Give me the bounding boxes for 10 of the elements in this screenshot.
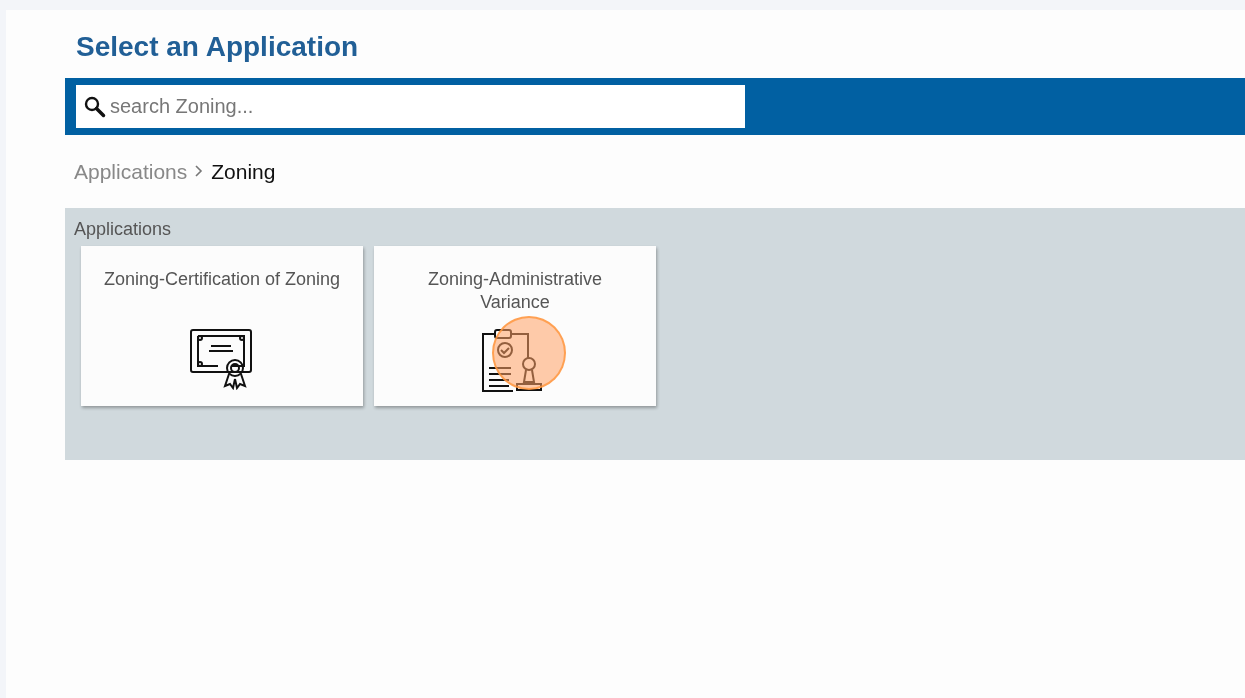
application-card[interactable]: Zoning-Administrative Variance [374, 246, 656, 406]
section-heading: Applications [74, 219, 173, 240]
chevron-icon [195, 165, 204, 177]
breadcrumb-current: Zoning [211, 159, 276, 184]
search-field[interactable]: search Zoning... [76, 85, 745, 128]
card-title: Zoning-Certification of Zoning [102, 268, 342, 291]
certificate-icon [189, 328, 255, 390]
application-card[interactable]: Zoning-Certification of Zoning [81, 246, 363, 406]
page-title: Select an Application [75, 30, 360, 64]
card-title: Zoning-Administrative Variance [426, 268, 604, 314]
